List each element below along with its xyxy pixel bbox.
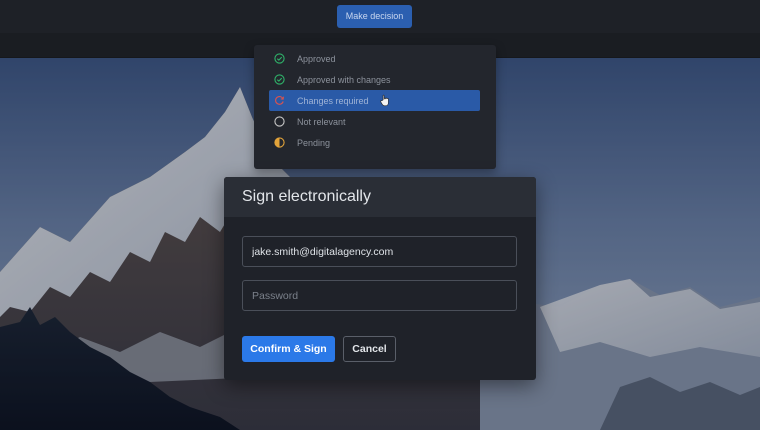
- menu-item-label: Changes required: [297, 95, 369, 106]
- menu-item-pending[interactable]: Pending: [269, 132, 480, 153]
- check-circle-icon: [274, 53, 285, 64]
- menu-item-changes-required[interactable]: Changes required: [269, 90, 480, 111]
- hand-pointer-icon: [380, 94, 389, 107]
- cancel-button[interactable]: Cancel: [343, 336, 396, 362]
- check-circle-icon: [274, 74, 285, 85]
- dialog-title: Sign electronically: [242, 188, 371, 205]
- menu-item-not-relevant[interactable]: Not relevant: [269, 111, 480, 132]
- confirm-and-sign-button[interactable]: Confirm & Sign: [242, 336, 335, 362]
- password-field[interactable]: [242, 280, 517, 311]
- menu-item-approved[interactable]: Approved: [269, 48, 480, 69]
- refresh-circle-icon: [275, 96, 284, 105]
- menu-item-label: Approved with changes: [297, 74, 391, 85]
- menu-item-approved-with-changes[interactable]: Approved with changes: [269, 69, 480, 90]
- app-window: Make decision Approved Approved with cha…: [0, 0, 760, 430]
- dialog-header: Sign electronically: [224, 177, 536, 217]
- make-decision-button[interactable]: Make decision: [337, 5, 412, 28]
- decision-menu: Approved Approved with changes Changes r…: [254, 45, 496, 169]
- half-circle-icon: [274, 137, 285, 148]
- empty-circle-icon: [274, 116, 285, 127]
- menu-item-label: Approved: [297, 53, 336, 64]
- menu-item-label: Pending: [297, 137, 331, 148]
- menu-item-label: Not relevant: [297, 116, 346, 127]
- email-field[interactable]: [242, 236, 517, 267]
- sign-electronically-dialog: Sign electronically Confirm & Sign Cance…: [224, 177, 536, 380]
